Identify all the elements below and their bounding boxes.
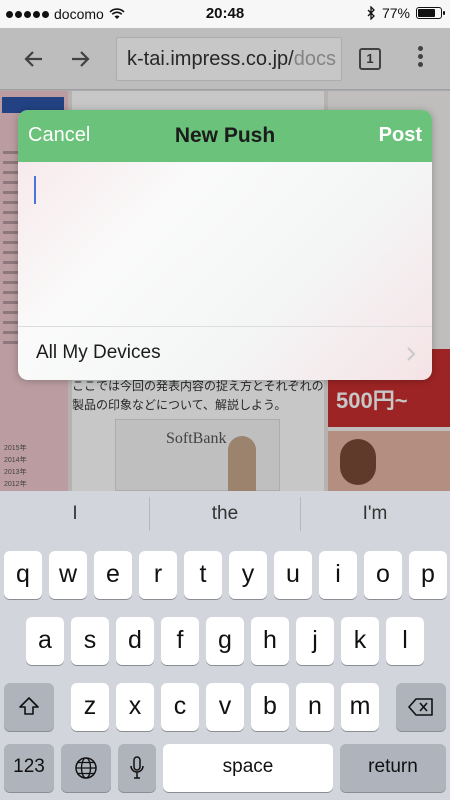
key-g[interactable]: g (206, 617, 244, 665)
suggestion-item[interactable]: I (0, 491, 150, 537)
space-key[interactable]: space (163, 744, 333, 792)
key-p[interactable]: p (409, 551, 447, 599)
key-a[interactable]: a (26, 617, 64, 665)
backspace-key[interactable] (396, 683, 446, 731)
dialog-header: Cancel New Push Post (18, 110, 432, 162)
shift-key[interactable] (4, 683, 54, 731)
key-h[interactable]: h (251, 617, 289, 665)
target-devices-label[interactable]: All My Devices (36, 342, 161, 364)
battery-icon (416, 7, 445, 19)
key-q[interactable]: q (4, 551, 42, 599)
new-push-dialog: Cancel New Push Post All My Devices (18, 110, 432, 380)
key-v[interactable]: v (206, 683, 244, 731)
key-c[interactable]: c (161, 683, 199, 731)
post-button[interactable]: Post (379, 124, 422, 147)
key-r[interactable]: r (139, 551, 177, 599)
key-f[interactable]: f (161, 617, 199, 665)
key-i[interactable]: i (319, 551, 357, 599)
return-key[interactable]: return (340, 744, 446, 792)
battery-fill (418, 9, 435, 17)
chevron-right-icon[interactable] (406, 346, 416, 367)
bluetooth-icon (367, 6, 375, 20)
keyboard: q w e r t y u i o p a s d f g h j k l z … (0, 537, 450, 800)
dialog-divider (18, 326, 432, 327)
dictation-key[interactable] (118, 744, 156, 792)
microphone-icon (130, 756, 144, 779)
shift-icon (19, 697, 39, 715)
key-y[interactable]: y (229, 551, 267, 599)
message-field[interactable] (32, 174, 418, 319)
key-j[interactable]: j (296, 617, 334, 665)
battery-percent: 77% (381, 5, 410, 21)
key-k[interactable]: k (341, 617, 379, 665)
text-caret (34, 176, 36, 204)
backspace-icon (408, 698, 433, 716)
key-l[interactable]: l (386, 617, 424, 665)
key-b[interactable]: b (251, 683, 289, 731)
key-t[interactable]: t (184, 551, 222, 599)
suggestion-item[interactable]: I'm (300, 491, 450, 537)
key-x[interactable]: x (116, 683, 154, 731)
numbers-key[interactable]: 123 (4, 744, 54, 792)
key-n[interactable]: n (296, 683, 334, 731)
status-bar: docomo 20:48 77% (0, 0, 450, 28)
globe-key[interactable] (61, 744, 111, 792)
dialog-title: New Push (174, 124, 276, 147)
suggestion-item[interactable]: the (150, 491, 300, 537)
status-right: 77% (367, 5, 445, 21)
key-m[interactable]: m (341, 683, 379, 731)
key-u[interactable]: u (274, 551, 312, 599)
suggestion-bar: I the I'm (0, 491, 450, 537)
globe-icon (75, 757, 97, 779)
key-z[interactable]: z (71, 683, 109, 731)
key-w[interactable]: w (49, 551, 87, 599)
key-d[interactable]: d (116, 617, 154, 665)
key-o[interactable]: o (364, 551, 402, 599)
key-s[interactable]: s (71, 617, 109, 665)
key-e[interactable]: e (94, 551, 132, 599)
